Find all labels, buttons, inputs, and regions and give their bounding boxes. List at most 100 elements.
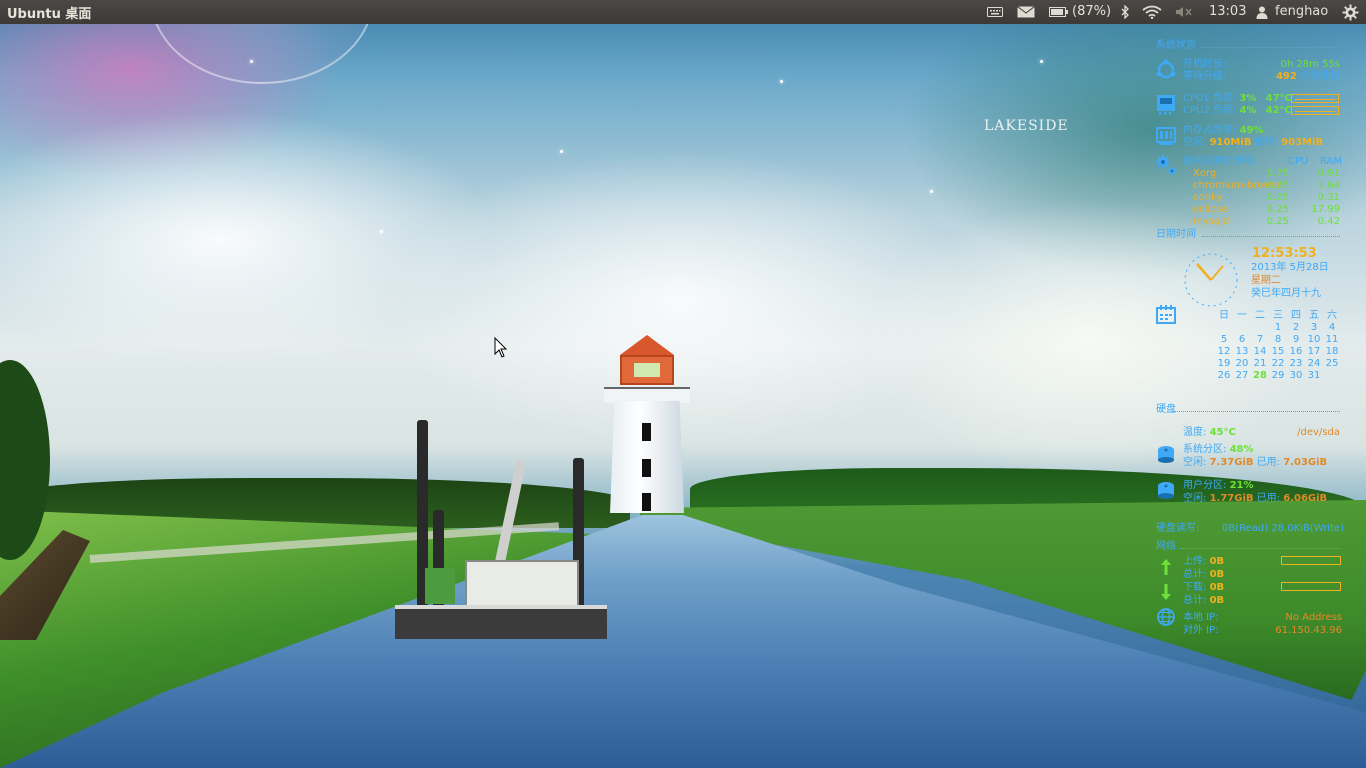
calendar-day: 4 xyxy=(1328,322,1336,333)
window-title[interactable]: Ubuntu 桌面 xyxy=(7,3,91,22)
mem-free-value: 910MiB xyxy=(1209,137,1252,148)
cpu2-load: 4% xyxy=(1239,105,1257,116)
upload-total-label: 总计: xyxy=(1183,569,1207,580)
public-ip-label: 对外 IP: xyxy=(1183,625,1219,636)
lighthouse xyxy=(602,335,692,515)
calendar-day: 19 xyxy=(1217,358,1231,369)
dredger-barge xyxy=(395,420,607,640)
memory-icon xyxy=(1156,127,1176,145)
mail-icon[interactable] xyxy=(1016,0,1036,24)
upload-total-value: 0B xyxy=(1209,569,1225,580)
sys-partition-percent: 48% xyxy=(1229,444,1254,455)
upload-arrow-icon xyxy=(1161,559,1171,575)
calendar-day: 21 xyxy=(1253,358,1267,369)
sys-partition-row: 系统分区: 48% xyxy=(1183,444,1254,456)
calendar-day: 31 xyxy=(1307,370,1321,381)
sys-used-value: 7.03GiB xyxy=(1283,457,1328,468)
gears-icon xyxy=(1156,155,1176,175)
calendar-weekday-header: 一 xyxy=(1237,310,1247,321)
panel-clock[interactable]: 13:03 xyxy=(1209,4,1246,19)
star xyxy=(250,60,253,63)
star xyxy=(380,230,383,233)
calendar-day: 22 xyxy=(1271,358,1285,369)
upload-label: 上传: xyxy=(1183,556,1207,567)
process-cpu: 0.75 xyxy=(1266,168,1289,179)
download-label: 下载: xyxy=(1183,582,1207,593)
volume-muted-icon[interactable] xyxy=(1174,0,1194,24)
cpu1-row: CPU1 负荷: 3% 47°C xyxy=(1183,93,1292,105)
calendar-day: 9 xyxy=(1292,334,1300,345)
cpu1-label: CPU1 负荷: xyxy=(1183,93,1237,104)
calendar-weekday-header: 二 xyxy=(1255,310,1265,321)
star xyxy=(930,190,933,193)
process-name: mysqld xyxy=(1193,216,1230,227)
battery-percent[interactable]: (87%) xyxy=(1072,4,1111,19)
hard-disk-icon xyxy=(1158,482,1174,499)
calendar-day: 20 xyxy=(1235,358,1249,369)
process-cpu: 0.25 xyxy=(1266,216,1289,227)
upload-value: 0B xyxy=(1209,556,1225,567)
section-disk-header: 硬盘 xyxy=(1156,404,1176,415)
top-panel: Ubuntu 桌面 (87%) 13:03 fenghao xyxy=(0,0,1366,24)
cpu2-temp: 42°C xyxy=(1265,105,1292,116)
calendar-day: 26 xyxy=(1217,370,1231,381)
proc-label: 最耗资源的进程: xyxy=(1183,156,1257,167)
battery-icon[interactable] xyxy=(1048,0,1070,24)
disk-temp-value: 45°C xyxy=(1209,427,1236,438)
disk-temp-label: 温度: xyxy=(1183,427,1207,438)
lunar-date: 癸巳年四月十九 xyxy=(1251,288,1321,299)
mouse-cursor-icon xyxy=(494,337,508,358)
process-ram: 17.99 xyxy=(1311,204,1340,215)
wifi-icon[interactable] xyxy=(1141,0,1163,24)
calendar-day: 13 xyxy=(1235,346,1249,357)
calendar-weekday-header: 六 xyxy=(1327,310,1337,321)
updates-info: 492 个软件包 xyxy=(1276,71,1340,83)
bluetooth-icon[interactable] xyxy=(1118,0,1132,24)
disk-io-label: 硬盘读写: xyxy=(1156,523,1200,534)
process-name: Xorg xyxy=(1193,168,1217,179)
calendar-day: 7 xyxy=(1256,334,1264,345)
upload-speed-row: 上传: 0B xyxy=(1183,556,1224,568)
download-graph xyxy=(1281,582,1341,591)
gear-icon[interactable] xyxy=(1340,0,1360,24)
sys-partition-label: 系统分区: xyxy=(1183,444,1227,455)
process-name: eclipse xyxy=(1193,204,1228,215)
cpu1-load: 3% xyxy=(1239,93,1257,104)
cpu2-row: CPU2 负荷: 4% 42°C xyxy=(1183,105,1292,117)
download-value: 0B xyxy=(1209,582,1225,593)
user-icon[interactable] xyxy=(1255,0,1269,24)
public-ip-value: 61.150.43.96 xyxy=(1275,625,1342,636)
calendar-day: 25 xyxy=(1325,358,1339,369)
calendar-day: 2 xyxy=(1292,322,1300,333)
process-cpu: 0.25 xyxy=(1266,180,1289,191)
mem-detail-row: 空闲: 910MiB 使用: 903MiB xyxy=(1183,137,1323,149)
mem-used-label: 使用: xyxy=(1254,137,1278,148)
local-ip-label: 本地 IP: xyxy=(1183,612,1219,623)
divider xyxy=(1172,411,1340,412)
calendar-day: 14 xyxy=(1253,346,1267,357)
cpu-chip-icon xyxy=(1157,95,1175,115)
username[interactable]: fenghao xyxy=(1275,4,1328,19)
process-ram: 0.91 xyxy=(1317,168,1340,179)
sys-used-label: 已用: xyxy=(1256,457,1281,468)
globe-icon xyxy=(1157,608,1175,626)
sys-partition-detail: 空闲: 7.37GiB 已用: 7.03GiB xyxy=(1183,457,1327,469)
process-ram: 0.31 xyxy=(1317,192,1340,203)
uptime-value: 0h 28m 55s xyxy=(1280,59,1340,70)
upload-graph xyxy=(1281,556,1341,565)
calendar-weekday-header: 三 xyxy=(1273,310,1283,321)
calendar-day: 24 xyxy=(1307,358,1321,369)
calendar-day: 15 xyxy=(1271,346,1285,357)
keyboard-icon[interactable] xyxy=(986,0,1004,24)
divider xyxy=(1202,236,1340,237)
wallpaper-watermark: LAKESIDE xyxy=(984,118,1069,134)
calendar-day: 29 xyxy=(1271,370,1285,381)
calendar-day: 1 xyxy=(1274,322,1282,333)
download-total-value: 0B xyxy=(1209,595,1225,606)
calendar-weekday-header: 日 xyxy=(1219,310,1229,321)
star xyxy=(560,150,563,153)
digital-time: 12:53:53 xyxy=(1252,246,1317,261)
calendar-day: 5 xyxy=(1220,334,1228,345)
sys-free-label: 空闲: xyxy=(1183,457,1207,468)
calendar-day: 17 xyxy=(1307,346,1321,357)
